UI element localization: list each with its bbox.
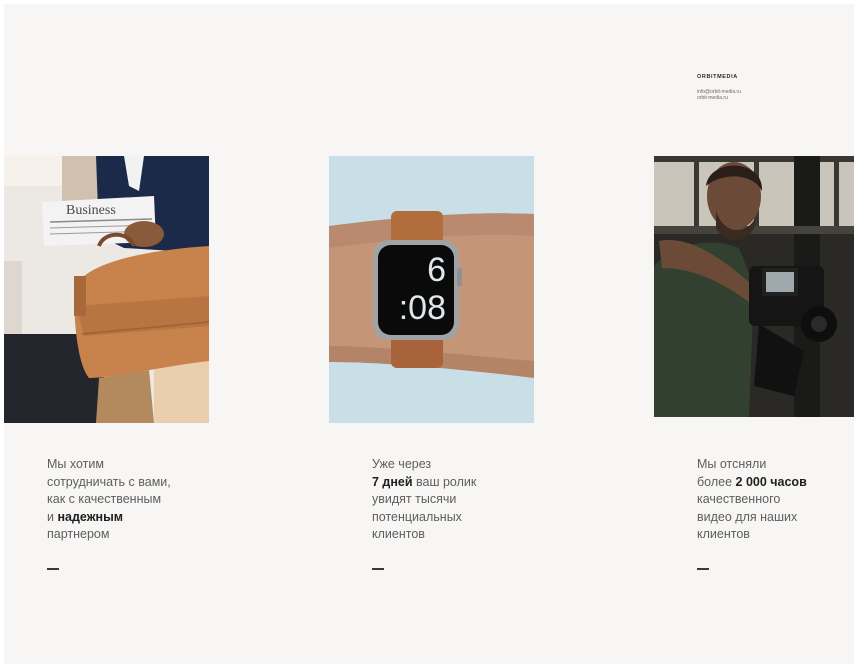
caption-line: 7 дней ваш ролик <box>372 474 476 492</box>
caption-line: Мы хотим <box>47 457 104 471</box>
businessman-bag-photo: Business <box>4 156 209 423</box>
caption-line: увидят тысячи <box>372 492 457 506</box>
caption-line: качественного <box>697 492 781 506</box>
caption-line: более 2 000 часов <box>697 474 807 492</box>
watch-minutes: :08 <box>399 289 446 327</box>
caption-line: Уже через <box>372 457 432 471</box>
contact-info: info@orbit-media.ru orbit-media.ru <box>697 89 741 101</box>
caption-text: и <box>47 509 58 524</box>
caption-line: Мы отсняли <box>697 457 767 471</box>
caption-line: партнером <box>47 527 110 541</box>
caption-highlight: 2 000 часов <box>735 474 807 489</box>
caption-highlight: 7 дней <box>372 474 413 489</box>
caption-text: более <box>697 474 736 489</box>
brand-name: ORBITMEDIA <box>697 74 738 80</box>
contact-site: orbit-media.ru <box>697 95 728 101</box>
caption-dash <box>47 568 59 570</box>
videographer-photo <box>654 156 854 417</box>
caption-line: клиентов <box>372 527 425 541</box>
caption-text: ваш ролик <box>412 474 477 489</box>
watch-hour: 6 <box>427 251 446 289</box>
caption-partnership: Мы хотим сотрудничать с вами, как с каче… <box>47 456 171 544</box>
newspaper-headline: Business <box>66 203 116 218</box>
caption-highlight: надежным <box>57 509 124 524</box>
caption-line: сотрудничать с вами, <box>47 474 171 489</box>
caption-line: как с качественным <box>47 492 162 506</box>
caption-dash <box>372 568 384 570</box>
caption-dash <box>697 568 709 570</box>
caption-line: и надежным <box>47 509 171 527</box>
caption-hours: Мы отсняли более 2 000 часов качественно… <box>697 456 807 544</box>
caption-line: видео для наших <box>697 509 798 524</box>
caption-line: потенциальных <box>372 509 462 524</box>
presentation-slide: ORBITMEDIA info@orbit-media.ru orbit-med… <box>4 4 854 664</box>
smartwatch-photo: 6 :08 <box>329 156 534 423</box>
caption-line: клиентов <box>697 527 750 541</box>
caption-seven-days: Уже через 7 дней ваш ролик увидят тысячи… <box>372 456 476 544</box>
